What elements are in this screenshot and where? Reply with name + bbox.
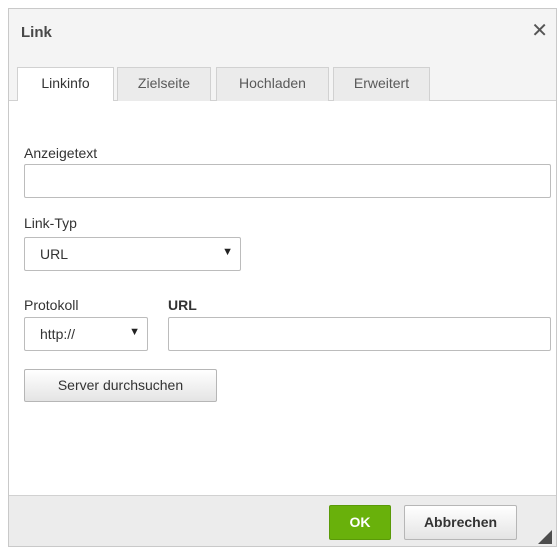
protocol-value: http:// <box>40 326 76 342</box>
chevron-down-icon: ▼ <box>129 326 140 338</box>
display-text-input[interactable] <box>24 164 551 198</box>
tab-erweitert[interactable]: Erweitert <box>333 67 430 101</box>
link-type-label: Link-Typ <box>24 215 77 231</box>
tab-bar: Linkinfo Zielseite Hochladen Erweitert <box>9 59 556 102</box>
url-input[interactable] <box>168 317 551 351</box>
dialog-footer: OK Abbrechen <box>9 495 556 546</box>
tab-linkinfo[interactable]: Linkinfo <box>17 67 114 102</box>
protocol-label: Protokoll <box>24 297 79 313</box>
display-text-label: Anzeigetext <box>24 145 98 161</box>
chevron-down-icon: ▼ <box>222 246 233 258</box>
tab-zielseite[interactable]: Zielseite <box>117 67 211 101</box>
dialog-titlebar[interactable]: Link ✕ <box>9 9 556 59</box>
browse-server-button[interactable]: Server durchsuchen <box>24 369 217 402</box>
link-type-value: URL <box>40 246 69 262</box>
dialog-title: Link <box>21 24 52 41</box>
tab-hochladen[interactable]: Hochladen <box>216 67 329 101</box>
cancel-button[interactable]: Abbrechen <box>404 505 517 540</box>
resize-handle-icon[interactable] <box>538 530 552 544</box>
link-type-select[interactable]: URL ▼ <box>24 237 241 271</box>
protocol-select[interactable]: http:// ▼ <box>24 317 148 351</box>
ok-button[interactable]: OK <box>329 505 391 540</box>
close-icon[interactable]: ✕ <box>531 21 548 41</box>
link-dialog: Link ✕ Linkinfo Zielseite Hochladen Erwe… <box>8 8 557 547</box>
url-label: URL <box>168 297 197 313</box>
tab-content-linkinfo: Anzeigetext Link-Typ URL ▼ Protokoll htt… <box>9 101 556 495</box>
